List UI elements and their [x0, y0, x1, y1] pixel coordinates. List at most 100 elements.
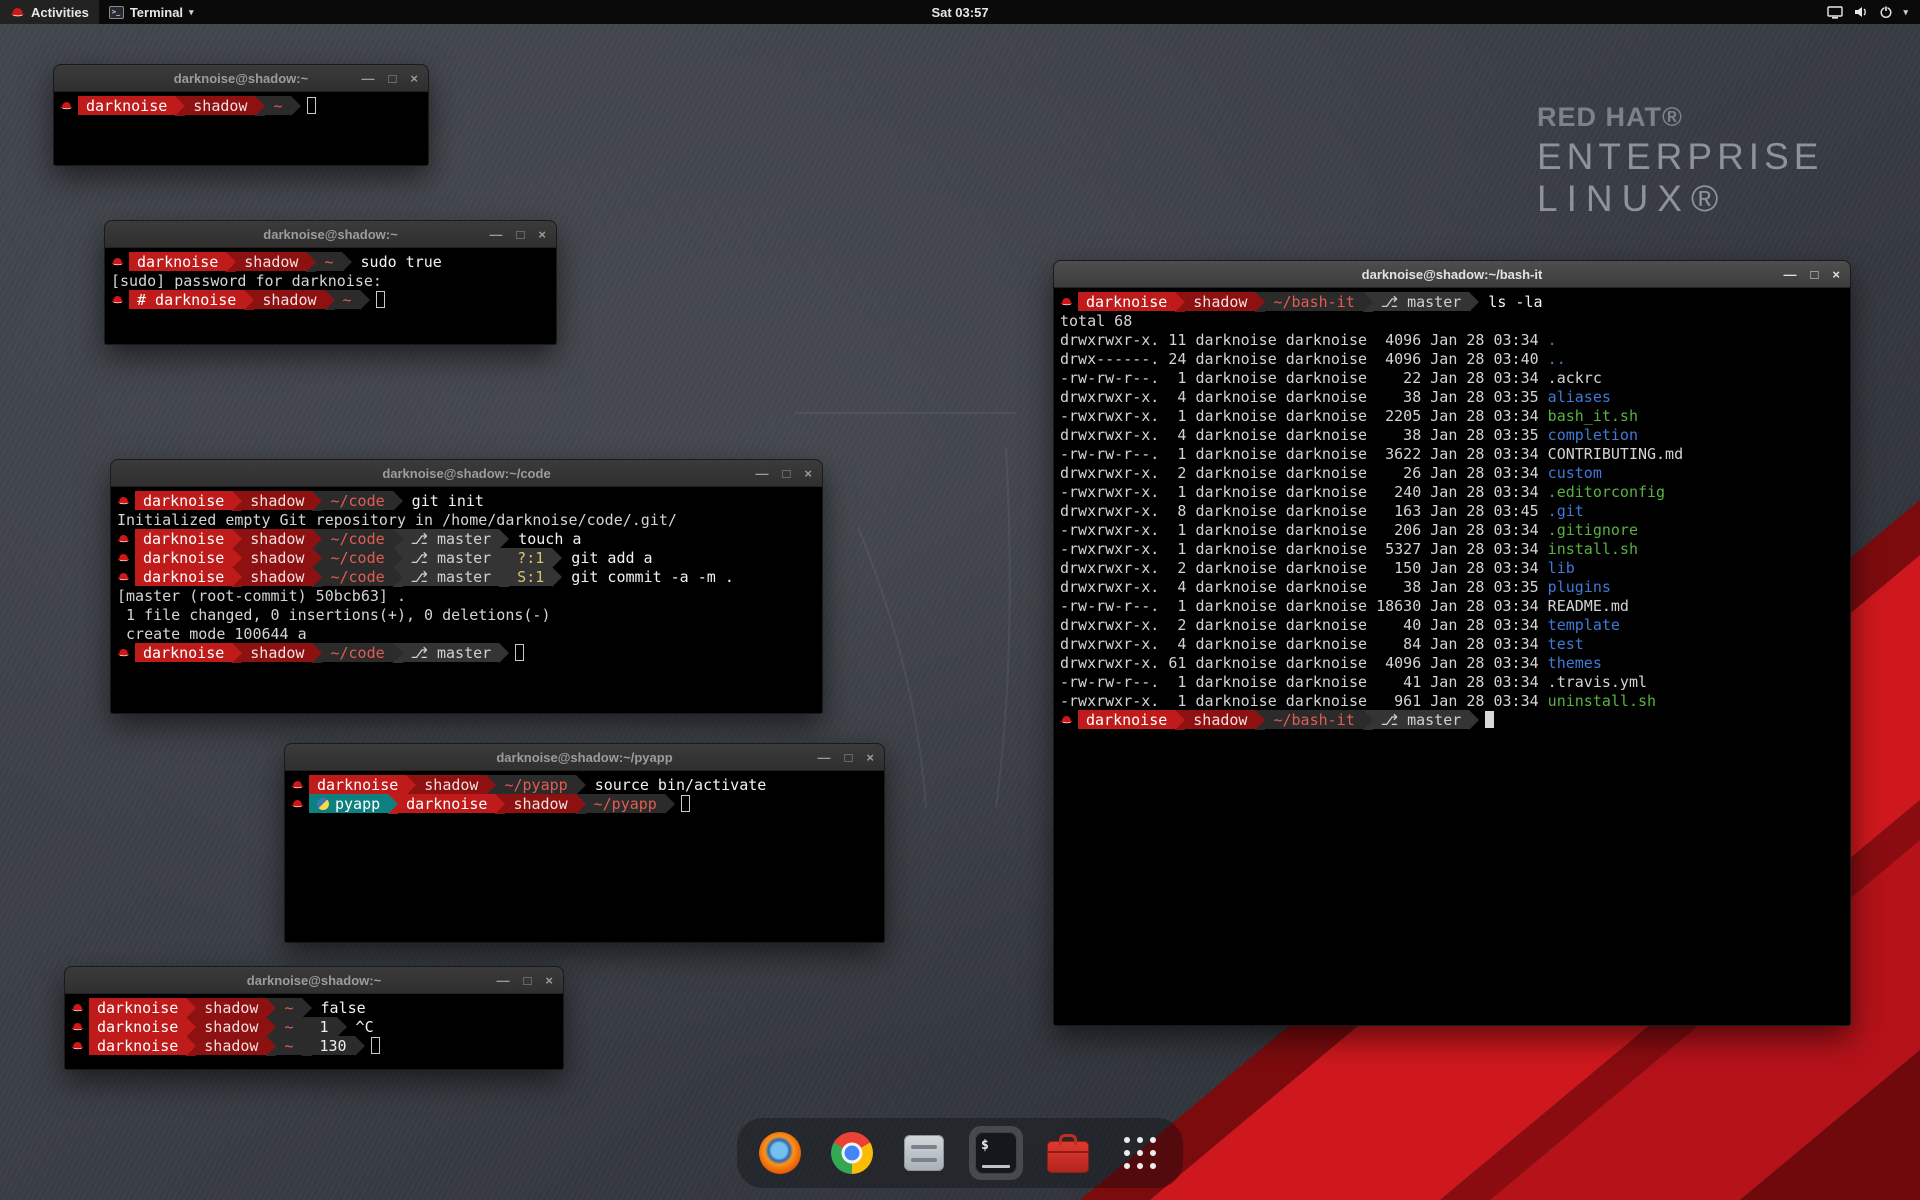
output-text: total 68	[1060, 312, 1132, 330]
terminal-body[interactable]: darknoiseshadow~/pyapp source bin/activa…	[285, 771, 884, 942]
terminal-line: -rwxrwxr-x. 1 darknoise darknoise 2205 J…	[1060, 406, 1844, 425]
maximize-button[interactable]: □	[389, 72, 397, 85]
window-controls: — □ ×	[497, 967, 553, 993]
minimize-button[interactable]: —	[490, 228, 503, 241]
powerline-arrow	[1175, 710, 1185, 730]
window-titlebar[interactable]: darknoise@shadow:~/code—□×	[111, 460, 822, 487]
maximize-button[interactable]: □	[783, 467, 791, 480]
prompt-segment-user: darknoise	[398, 794, 495, 813]
system-status-area[interactable]: ▾	[1815, 0, 1920, 24]
output-text: drwxrwxr-x. 4 darknoise darknoise 38 Jan…	[1060, 578, 1548, 596]
prompt-segment-user: darknoise	[1078, 710, 1175, 729]
close-button[interactable]: ×	[410, 72, 418, 85]
terminal-window: darknoise@shadow:~/bash-it—□×darknoisesh…	[1053, 260, 1851, 1026]
window-titlebar[interactable]: darknoise@shadow:~ — □ ×	[65, 967, 563, 994]
close-button[interactable]: ×	[538, 228, 546, 241]
maximize-button[interactable]: □	[517, 228, 525, 241]
prompt-segment-path: ~	[316, 252, 341, 271]
dock-toolbox[interactable]	[1041, 1126, 1095, 1180]
close-button[interactable]: ×	[1832, 268, 1840, 281]
redhat-logo-icon	[10, 6, 25, 18]
powerline-arrow	[1363, 292, 1373, 312]
maximize-button[interactable]: □	[845, 751, 853, 764]
prompt-segment-host: shadow	[242, 529, 312, 548]
terminal-line: darknoiseshadow~	[60, 96, 422, 115]
window-titlebar[interactable]: darknoise@shadow:~/pyapp—□×	[285, 744, 884, 771]
redhat-icon	[117, 647, 130, 658]
window-title: darknoise@shadow:~	[247, 973, 381, 988]
display-icon	[1827, 5, 1843, 19]
maximize-button[interactable]: □	[524, 974, 532, 987]
prompt-segment-user: darknoise	[135, 643, 232, 662]
minimize-button[interactable]: —	[818, 751, 831, 764]
terminal-cursor	[681, 795, 690, 812]
terminal-body[interactable]: darknoiseshadow~	[54, 92, 428, 165]
output-text: -rw-rw-r--. 1 darknoise darknoise 22 Jan…	[1060, 369, 1602, 387]
powerline-arrow	[226, 252, 236, 272]
powerline-arrow	[255, 96, 265, 116]
minimize-button[interactable]: —	[1784, 268, 1797, 281]
app-menu-terminal[interactable]: Terminal ▾	[99, 0, 204, 24]
executable-name: .editorconfig	[1548, 483, 1665, 501]
dock-app-grid[interactable]	[1113, 1126, 1167, 1180]
powerline-arrow	[342, 252, 352, 272]
terminal-cursor	[376, 291, 385, 308]
terminal-line: drwxrwxr-x. 61 darknoise darknoise 4096 …	[1060, 653, 1844, 672]
firefox-icon	[759, 1132, 801, 1174]
terminal-line: darknoiseshadow~/code⎇ master?:1 git add…	[117, 548, 816, 567]
prompt-segment-stat: ?:1	[509, 548, 552, 567]
prompt-segment-git: ⎇ master	[403, 548, 500, 567]
directory-name: .	[1548, 331, 1557, 349]
window-titlebar[interactable]: darknoise@shadow:~—□×	[54, 65, 428, 92]
output-text: -rwxrwxr-x. 1 darknoise darknoise 961 Ja…	[1060, 692, 1548, 710]
output-text: [sudo] password for darknoise:	[111, 272, 391, 290]
close-button[interactable]: ×	[866, 751, 874, 764]
prompt-segment-path: ~/bash-it	[1265, 292, 1362, 311]
dock-firefox[interactable]	[753, 1126, 807, 1180]
terminal-body[interactable]: darknoiseshadow~ falsedarknoiseshadow~1 …	[65, 994, 563, 1069]
output-text: Initialized empty Git repository in /hom…	[117, 511, 677, 529]
minimize-button[interactable]: —	[362, 72, 375, 85]
prompt-segment-user: darknoise	[89, 998, 186, 1017]
powerline-arrow	[1469, 710, 1479, 730]
minimize-button[interactable]: —	[756, 467, 769, 480]
app-grid-icon	[1121, 1134, 1159, 1172]
close-button[interactable]: ×	[545, 974, 553, 987]
activities-button[interactable]: Activities	[0, 0, 99, 24]
powerline-arrow	[312, 529, 322, 549]
prompt-segment-path: ~/bash-it	[1265, 710, 1362, 729]
app-menu-label: Terminal	[130, 5, 183, 20]
output-text: drwxrwxr-x. 61 darknoise darknoise 4096 …	[1060, 654, 1548, 672]
files-icon	[904, 1135, 944, 1171]
executable-name: install.sh	[1548, 540, 1638, 558]
window-titlebar[interactable]: darknoise@shadow:~—□×	[105, 221, 556, 248]
close-button[interactable]: ×	[804, 467, 812, 480]
dock-files[interactable]	[897, 1126, 951, 1180]
minimize-button[interactable]: —	[497, 974, 510, 987]
terminal-body[interactable]: darknoiseshadow~/bash-it⎇ master ls -lat…	[1054, 288, 1850, 1025]
prompt-segment-exit: 1	[312, 1017, 337, 1036]
dock-terminal[interactable]: $	[969, 1126, 1023, 1180]
dock-chrome[interactable]	[825, 1126, 879, 1180]
terminal-line: -rw-rw-r--. 1 darknoise darknoise 3622 J…	[1060, 444, 1844, 463]
terminal-cursor	[371, 1037, 380, 1054]
terminal-body[interactable]: darknoiseshadow~/code git initInitialize…	[111, 487, 822, 713]
directory-name: plugins	[1548, 578, 1611, 596]
output-text: -rw-rw-r--. 1 darknoise darknoise 41 Jan…	[1060, 673, 1647, 691]
terminal-line: darknoiseshadow~/code⎇ master touch a	[117, 529, 816, 548]
terminal-app-icon	[109, 6, 124, 19]
powerline-arrow	[360, 290, 370, 310]
prompt-segment-path: ~/code	[322, 529, 392, 548]
terminal-line: darknoiseshadow~130	[71, 1036, 557, 1055]
powerline-arrow	[499, 548, 509, 568]
terminal-body[interactable]: darknoiseshadow~ sudo true[sudo] passwor…	[105, 248, 556, 344]
prompt-segment-host: shadow	[196, 1036, 266, 1055]
clock[interactable]: Sat 03:57	[931, 5, 988, 20]
maximize-button[interactable]: □	[1811, 268, 1819, 281]
directory-name: completion	[1548, 426, 1638, 444]
directory-name: .git	[1548, 502, 1584, 520]
redhat-icon	[71, 1040, 84, 1051]
window-titlebar[interactable]: darknoise@shadow:~/bash-it—□×	[1054, 261, 1850, 288]
output-text: -rwxrwxr-x. 1 darknoise darknoise 240 Ja…	[1060, 483, 1548, 501]
powerline-arrow	[499, 529, 509, 549]
